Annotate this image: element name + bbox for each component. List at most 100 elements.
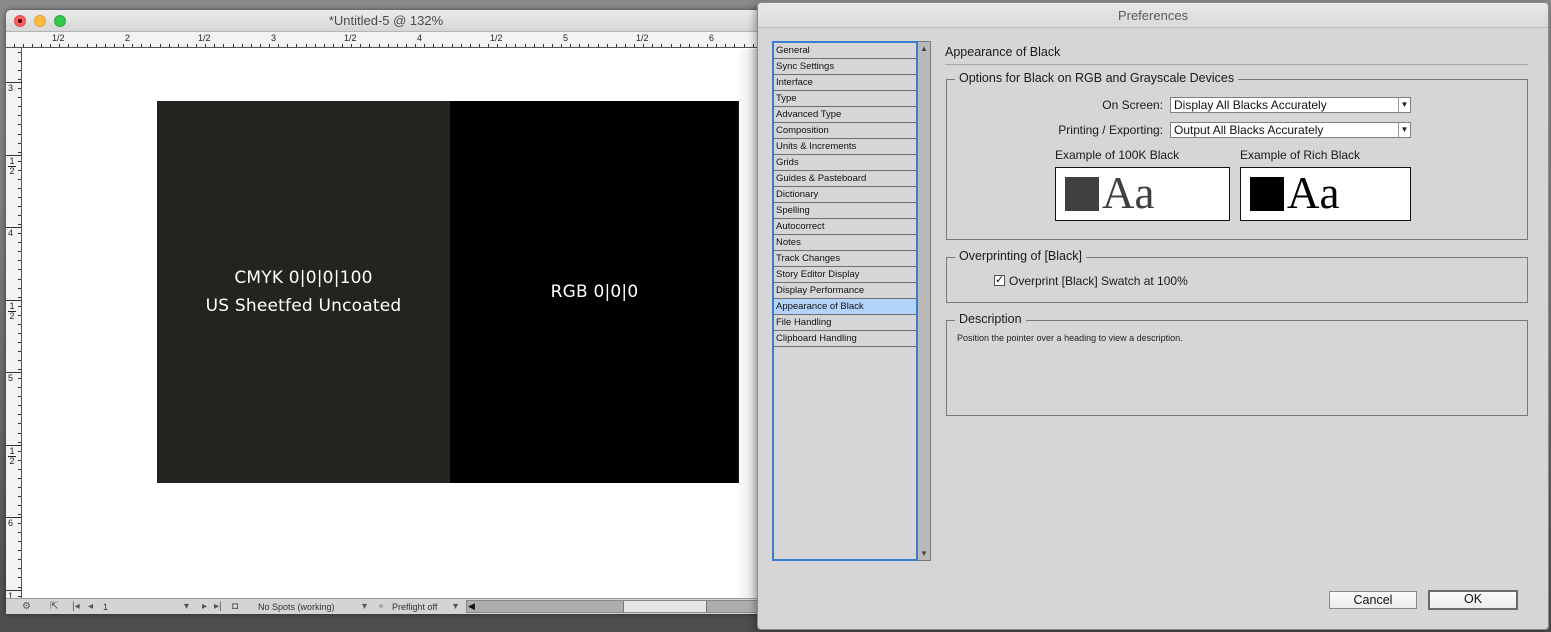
ruler-tick bbox=[652, 44, 654, 47]
category-item[interactable]: Dictionary bbox=[774, 187, 916, 203]
ruler-tick bbox=[588, 44, 590, 47]
ruler-tick bbox=[497, 44, 499, 47]
ruler-tick bbox=[18, 70, 21, 72]
ruler-tick bbox=[752, 44, 754, 47]
category-item[interactable]: Autocorrect bbox=[774, 219, 916, 235]
category-item[interactable]: Appearance of Black bbox=[774, 299, 916, 315]
ruler-tick bbox=[734, 44, 736, 47]
category-item[interactable]: Type bbox=[774, 91, 916, 107]
ruler-tick bbox=[18, 124, 21, 126]
ruler-tick bbox=[18, 52, 21, 53]
cancel-button[interactable]: Cancel bbox=[1329, 591, 1417, 609]
ruler-tick bbox=[18, 251, 21, 253]
first-page-icon[interactable]: |◂ bbox=[72, 601, 80, 613]
document-titlebar[interactable]: *Untitled-5 @ 132% bbox=[6, 10, 766, 32]
ruler-tick bbox=[18, 215, 21, 217]
preflight-dropdown-icon[interactable]: ▾ bbox=[453, 601, 458, 613]
dialog-title: Preferences bbox=[758, 3, 1548, 28]
ruler-tick bbox=[18, 378, 21, 380]
overprint-group: Overprinting of [Black] ✓ Overprint [Bla… bbox=[946, 249, 1528, 303]
scroll-up-icon[interactable]: ▲ bbox=[920, 44, 928, 53]
rgb-black-rectangle[interactable]: RGB 0|0|0 bbox=[450, 101, 739, 483]
ruler-tick bbox=[305, 44, 307, 47]
document-window: *Untitled-5 @ 132% 1/2 2 1/2 3 1/2 4 1/2 5 1/2 6 … bbox=[6, 10, 766, 614]
category-item[interactable]: File Handling bbox=[774, 315, 916, 331]
category-item[interactable]: Units & Increments bbox=[774, 139, 916, 155]
category-item[interactable]: Composition bbox=[774, 123, 916, 139]
ruler-tick bbox=[18, 242, 21, 244]
horizontal-ruler[interactable]: 1/2 2 1/2 3 1/2 4 1/2 5 1/2 6 bbox=[6, 32, 766, 48]
category-item[interactable]: Interface bbox=[774, 75, 916, 91]
preferences-dialog: Preferences General Sync Settings Interfac… bbox=[757, 2, 1549, 630]
previous-page-icon[interactable]: ◂ bbox=[88, 601, 93, 613]
scroll-down-icon[interactable]: ▼ bbox=[920, 549, 928, 558]
ruler-tick bbox=[18, 360, 21, 362]
category-scrollbar[interactable]: ▲ ▼ bbox=[918, 41, 931, 561]
overprint-checkbox[interactable]: ✓ bbox=[994, 275, 1005, 286]
horizontal-scrollbar[interactable]: ◀ bbox=[466, 600, 766, 613]
ruler-tick bbox=[643, 44, 645, 47]
description-group: Description Position the pointer over a … bbox=[946, 312, 1528, 416]
printing-exporting-value: Output All Blacks Accurately bbox=[1174, 123, 1324, 137]
ruler-tick bbox=[18, 577, 21, 579]
document-canvas[interactable]: CMYK 0|0|0|100 US Sheetfed Uncoated RGB … bbox=[23, 49, 766, 598]
ruler-tick bbox=[597, 44, 599, 47]
category-item[interactable]: Track Changes bbox=[774, 251, 916, 267]
ruler-tick bbox=[132, 44, 134, 47]
category-item[interactable]: Sync Settings bbox=[774, 59, 916, 75]
ruler-tick bbox=[18, 414, 21, 416]
ruler-tick bbox=[18, 477, 21, 479]
cmyk-label-line1: CMYK 0|0|0|100 bbox=[234, 268, 373, 288]
ruler-tick bbox=[396, 44, 398, 47]
mouse-icon[interactable]: ◘ bbox=[232, 601, 238, 613]
ruler-tick bbox=[18, 350, 21, 352]
ruler-tick bbox=[123, 44, 124, 47]
last-page-icon[interactable]: ▸| bbox=[214, 601, 222, 613]
ruler-label: 5 bbox=[563, 33, 569, 43]
ruler-tick bbox=[259, 44, 261, 47]
category-item[interactable]: Story Editor Display bbox=[774, 267, 916, 283]
category-item[interactable]: Grids bbox=[774, 155, 916, 171]
gpu-performance-icon[interactable]: ⚙ bbox=[22, 601, 31, 613]
ruler-tick bbox=[460, 44, 462, 47]
category-item[interactable]: Display Performance bbox=[774, 283, 916, 299]
ruler-tick bbox=[18, 106, 21, 108]
ruler-tick bbox=[22, 44, 24, 47]
overprint-group-legend: Overprinting of [Black] bbox=[955, 249, 1086, 263]
category-item[interactable]: Guides & Pasteboard bbox=[774, 171, 916, 187]
ruler-tick bbox=[18, 79, 21, 81]
share-icon[interactable]: ⇱ bbox=[50, 601, 58, 613]
next-page-icon[interactable]: ▸ bbox=[202, 601, 207, 613]
category-item[interactable]: Clipboard Handling bbox=[774, 331, 916, 347]
ruler-tick bbox=[18, 305, 21, 307]
category-list[interactable]: General Sync Settings Interface Type Advance… bbox=[772, 41, 918, 561]
ruler-tick bbox=[606, 44, 608, 47]
category-item[interactable]: Notes bbox=[774, 235, 916, 251]
ruler-tick bbox=[716, 44, 718, 47]
options-group-legend: Options for Black on RGB and Grayscale D… bbox=[955, 71, 1239, 85]
ok-button[interactable]: OK bbox=[1428, 590, 1518, 610]
ruler-tick bbox=[18, 532, 21, 534]
on-screen-select[interactable]: Display All Blacks Accurately ▼ bbox=[1170, 97, 1411, 113]
ruler-tick bbox=[18, 550, 21, 552]
ruler-tick bbox=[661, 44, 663, 47]
ruler-tick bbox=[13, 44, 15, 47]
ruler-tick bbox=[18, 396, 21, 398]
preflight-status[interactable]: Preflight off bbox=[392, 601, 437, 613]
scrollbar-thumb[interactable] bbox=[623, 601, 707, 612]
page-number-field[interactable]: 1 bbox=[103, 601, 108, 613]
overprint-checkbox-label[interactable]: Overprint [Black] Swatch at 100% bbox=[1009, 274, 1188, 288]
ruler-tick bbox=[141, 44, 143, 47]
rich-black-square bbox=[1250, 177, 1284, 211]
cmyk-black-rectangle[interactable]: CMYK 0|0|0|100 US Sheetfed Uncoated bbox=[157, 101, 450, 483]
category-item[interactable]: General bbox=[774, 43, 916, 59]
ruler-tick bbox=[387, 44, 389, 47]
vertical-ruler[interactable]: 31241251261 bbox=[6, 48, 22, 600]
scroll-left-icon[interactable]: ◀ bbox=[468, 601, 475, 612]
spots-dropdown-icon[interactable]: ▾ bbox=[362, 601, 367, 613]
printing-exporting-select[interactable]: Output All Blacks Accurately ▼ bbox=[1170, 122, 1411, 138]
category-item[interactable]: Spelling bbox=[774, 203, 916, 219]
category-item[interactable]: Advanced Type bbox=[774, 107, 916, 123]
page-dropdown-icon[interactable]: ▾ bbox=[184, 601, 189, 613]
ruler-tick bbox=[18, 568, 21, 570]
